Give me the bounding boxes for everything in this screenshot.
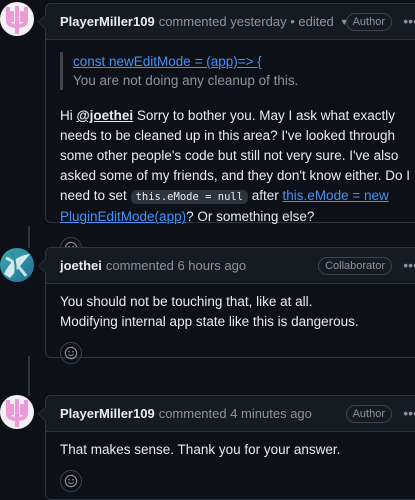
kebab-horizontal-icon[interactable]: ••• xyxy=(403,256,415,274)
comment-body: That makes sense. Thank you for your ans… xyxy=(46,432,415,500)
text-segment: Hi xyxy=(60,108,77,123)
comment-author[interactable]: PlayerMiller109 xyxy=(60,14,155,29)
comment-header: PlayerMiller109 commented 4 minutes ago … xyxy=(46,396,415,432)
author-badge: Author xyxy=(345,13,392,31)
comment-body: const newEditMode = (app)=> { You are no… xyxy=(46,40,415,269)
comment-body: You should not be touching that, like at… xyxy=(46,284,415,374)
comment-header: joethei commented 6 hours ago Collaborat… xyxy=(46,248,415,284)
comment-timestamp[interactable]: commented 6 hours ago xyxy=(106,258,246,273)
comment-card: PlayerMiller109 commented 4 minutes ago … xyxy=(38,395,415,500)
avatar[interactable] xyxy=(0,395,34,429)
comment-timestamp[interactable]: commented 4 minutes ago xyxy=(159,406,312,421)
smiley-icon[interactable] xyxy=(60,470,82,492)
comment-line: You should not be touching that, like at… xyxy=(60,294,313,309)
user-mention[interactable]: @joethei xyxy=(77,108,134,123)
quoted-text: You are not doing any cleanup of this. xyxy=(73,73,299,88)
timeline-connector xyxy=(28,226,30,248)
comment-paragraph: Hi @joethei Sorry to bother you. May I a… xyxy=(60,106,410,227)
comment-header: PlayerMiller109 commented yesterday • ed… xyxy=(46,4,415,40)
timeline-connector xyxy=(28,356,30,396)
comment-card: PlayerMiller109 commented yesterday • ed… xyxy=(38,3,415,259)
comment-timestamp[interactable]: commented yesterday • edited xyxy=(159,14,334,29)
smiley-icon[interactable] xyxy=(60,342,82,364)
text-segment: ? Or something else? xyxy=(186,209,315,224)
avatar[interactable] xyxy=(0,2,34,36)
collaborator-badge: Collaborator xyxy=(318,257,392,275)
text-segment: after xyxy=(248,188,283,203)
inline-code: this.eMode = null xyxy=(130,190,249,204)
quoted-code-link[interactable]: const newEditMode = (app)=> { xyxy=(73,54,262,69)
avatar[interactable] xyxy=(0,248,34,282)
kebab-horizontal-icon[interactable]: ••• xyxy=(403,12,415,30)
comment-author[interactable]: PlayerMiller109 xyxy=(60,406,155,421)
comment-author[interactable]: joethei xyxy=(60,258,102,273)
quoted-reply: const newEditMode = (app)=> { You are no… xyxy=(60,52,410,90)
comment-line: That makes sense. Thank you for your ans… xyxy=(60,442,341,457)
author-badge: Author xyxy=(345,405,392,423)
comment-line: Modifying internal app state like this i… xyxy=(60,314,359,329)
comment-card: joethei commented 6 hours ago Collaborat… xyxy=(38,247,415,364)
kebab-horizontal-icon[interactable]: ••• xyxy=(403,404,415,422)
